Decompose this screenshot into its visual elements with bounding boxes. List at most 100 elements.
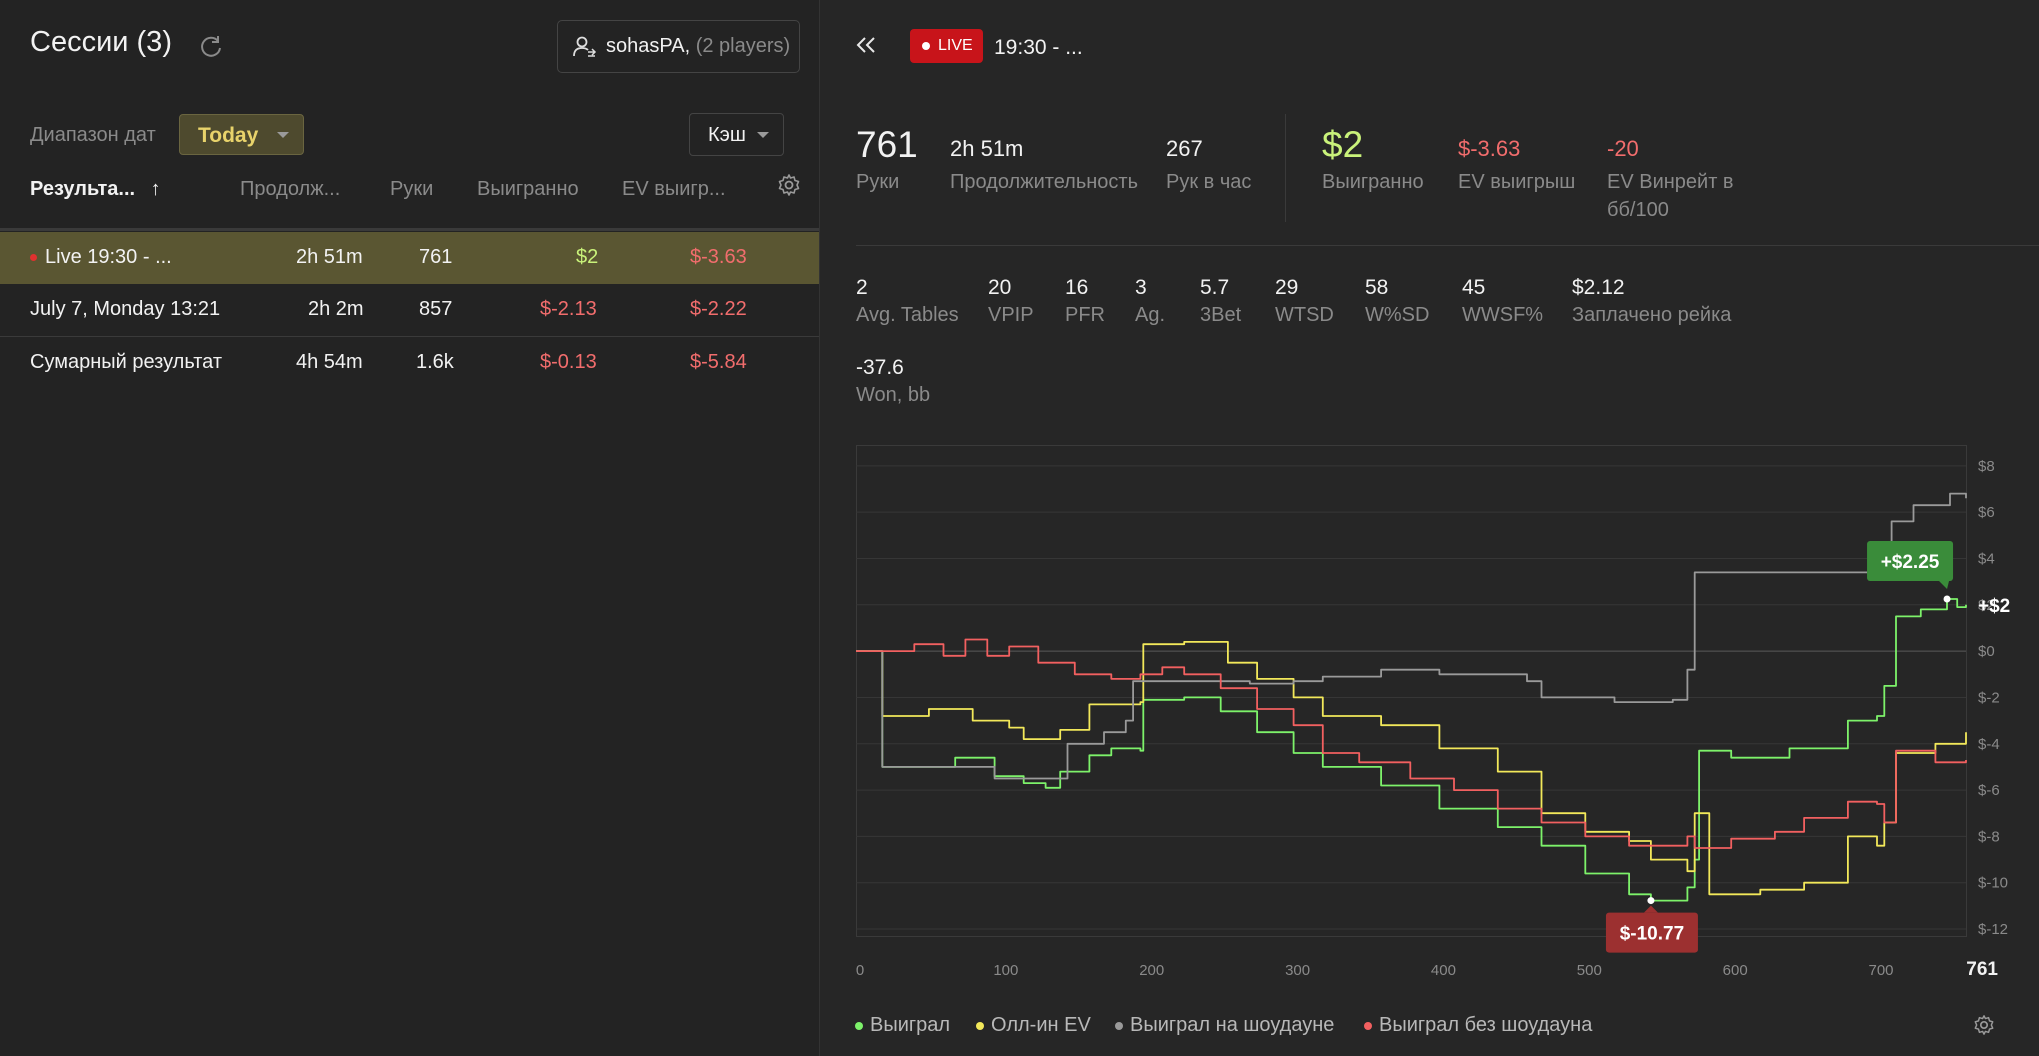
hands-per-hour-label: Рук в час	[1166, 171, 1252, 193]
column-header-hands[interactable]: Руки	[390, 178, 433, 201]
max-point-marker	[1943, 595, 1951, 603]
stat-value-avg-tables: 2	[856, 276, 868, 299]
stat-label-wwsf: WWSF%	[1462, 304, 1544, 326]
row-ev: $-2.22	[690, 298, 747, 320]
end-value-label: +$2	[1978, 596, 2010, 617]
page-title: Сессии (3)	[30, 26, 172, 58]
date-range-label: Диапазон дат	[30, 124, 156, 146]
legend-dot	[976, 1021, 984, 1030]
won-label: Выигранно	[1322, 171, 1424, 193]
live-dot-icon	[922, 42, 930, 50]
plot-frame	[856, 445, 1967, 937]
date-range-dropdown[interactable]: Today	[179, 114, 304, 155]
legend-dot	[855, 1021, 863, 1030]
ev-won-value: $-3.63	[1458, 136, 1521, 161]
column-header-won[interactable]: Выигранно	[477, 178, 579, 201]
y-tick-label: $6	[1978, 504, 1995, 521]
stat-label-rake: Заплачено рейка	[1572, 304, 1732, 326]
user-switch-icon	[573, 36, 597, 57]
row-hands: 857	[419, 298, 453, 320]
x-tick-label: 761	[1966, 959, 1998, 980]
x-tick-label: 300	[1285, 962, 1310, 979]
legend-item-non-showdown[interactable]: Выиграл без шоудауна	[1364, 1014, 1592, 1037]
game-type-value: Кэш	[708, 124, 746, 146]
row-ev: $-3.63	[690, 246, 747, 268]
table-row[interactable]: July 7, Monday 13:21 2h 2m 857 $-2.13 $-…	[0, 284, 819, 336]
row-hands: 761	[419, 246, 453, 268]
live-dot-icon	[30, 254, 37, 262]
stat-label-pfr: PFR	[1065, 304, 1105, 326]
live-label: LIVE	[938, 37, 973, 54]
y-tick-label: $0	[1978, 643, 1995, 660]
player-selector-button[interactable]: sohasPA, (2 players)	[557, 20, 800, 73]
row-name-text: Live 19:30 - ...	[45, 246, 172, 268]
collapse-left-icon[interactable]	[855, 35, 877, 55]
y-tick-label: $-12	[1978, 921, 2008, 938]
y-tick-label: $-6	[1978, 782, 2000, 799]
stat-value-wtsd: 29	[1275, 276, 1299, 299]
game-type-dropdown[interactable]: Кэш	[689, 113, 784, 156]
column-header-ev[interactable]: EV выигр...	[622, 178, 726, 201]
y-tick-label: $8	[1978, 458, 1995, 475]
max-label-pointer	[1939, 581, 1950, 590]
hands-label: Руки	[856, 171, 900, 193]
ev-winrate-label: EV Винрейт в	[1607, 171, 1734, 193]
summary-divider	[856, 245, 2039, 246]
duration-value: 2h 51m	[950, 136, 1024, 161]
x-tick-label: 500	[1577, 962, 1602, 979]
stat-value-wsd: 58	[1365, 276, 1389, 299]
min-label-pointer	[1643, 905, 1658, 913]
table-row[interactable]: Live 19:30 - ... 2h 51m 761 $2 $-3.63	[0, 232, 819, 284]
legend-label: Выиграл	[870, 1014, 951, 1036]
date-range-value: Today	[198, 124, 259, 147]
row-hands: 1.6k	[416, 351, 454, 373]
legend-item-allin-ev[interactable]: Олл-ин EV	[976, 1014, 1091, 1037]
x-tick-label: 200	[1139, 962, 1164, 979]
stat-value-rake: $2.12	[1572, 276, 1625, 299]
stats-divider	[1285, 114, 1286, 222]
stat-value-pfr: 16	[1065, 276, 1089, 299]
ev-winrate-value: -20	[1607, 136, 1639, 161]
stat-value-wwsf: 45	[1462, 276, 1486, 299]
won-value: $2	[1322, 124, 1364, 165]
ev-winrate-unit: бб/100	[1607, 199, 1669, 221]
column-header-result[interactable]: Результа... ↑	[30, 178, 161, 201]
session-title: 19:30 - ...	[994, 36, 1083, 59]
row-duration: 2h 2m	[308, 298, 364, 320]
gear-icon[interactable]	[777, 173, 801, 197]
stat-value-ag: 3	[1135, 276, 1147, 299]
stat-label-wsd: W%SD	[1365, 304, 1430, 326]
chevron-down-icon	[277, 132, 289, 138]
refresh-icon[interactable]	[198, 33, 224, 59]
table-row[interactable]: Сумарный результат 4h 54m 1.6k $-0.13 $-…	[0, 337, 819, 389]
legend-item-won[interactable]: Выиграл	[855, 1014, 950, 1037]
series-line	[856, 598, 1967, 902]
series-line	[856, 492, 1967, 780]
gear-icon[interactable]	[1973, 1014, 1995, 1036]
duration-label: Продолжительность	[950, 171, 1138, 193]
x-tick-label: 600	[1723, 962, 1748, 979]
sort-arrow-icon: ↑	[150, 178, 161, 200]
row-name: July 7, Monday 13:21	[30, 298, 221, 320]
won-bb-label: Won, bb	[856, 384, 931, 406]
y-tick-label: $4	[1978, 550, 1995, 567]
y-tick-label: $-2	[1978, 689, 2000, 706]
row-ev: $-5.84	[690, 351, 747, 373]
profit-chart[interactable]: $8$6$4$2$0$-2$-4$-6$-8$-10$-120 100 200 300…	[856, 440, 2039, 1000]
ev-won-label: EV выигрыш	[1458, 171, 1576, 193]
x-tick-label: 100	[993, 962, 1018, 979]
stat-value-vpip: 20	[988, 276, 1012, 299]
row-duration: 4h 54m	[296, 351, 363, 373]
x-tick-label: 400	[1431, 962, 1456, 979]
legend-dot	[1364, 1021, 1372, 1030]
y-tick-label: $-4	[1978, 736, 2000, 753]
legend-label: Выиграл на шоудауне	[1130, 1014, 1335, 1036]
column-header-duration[interactable]: Продолж...	[240, 178, 340, 201]
legend-item-showdown[interactable]: Выиграл на шоудауне	[1115, 1014, 1334, 1037]
row-duration: 2h 51m	[296, 246, 363, 268]
x-tick-label: 0	[856, 962, 864, 979]
y-tick-label: $-10	[1978, 875, 2008, 892]
row-won: $-2.13	[540, 298, 597, 320]
stat-label-avg-tables: Avg. Tables	[856, 304, 959, 326]
hands-value: 761	[856, 124, 918, 165]
